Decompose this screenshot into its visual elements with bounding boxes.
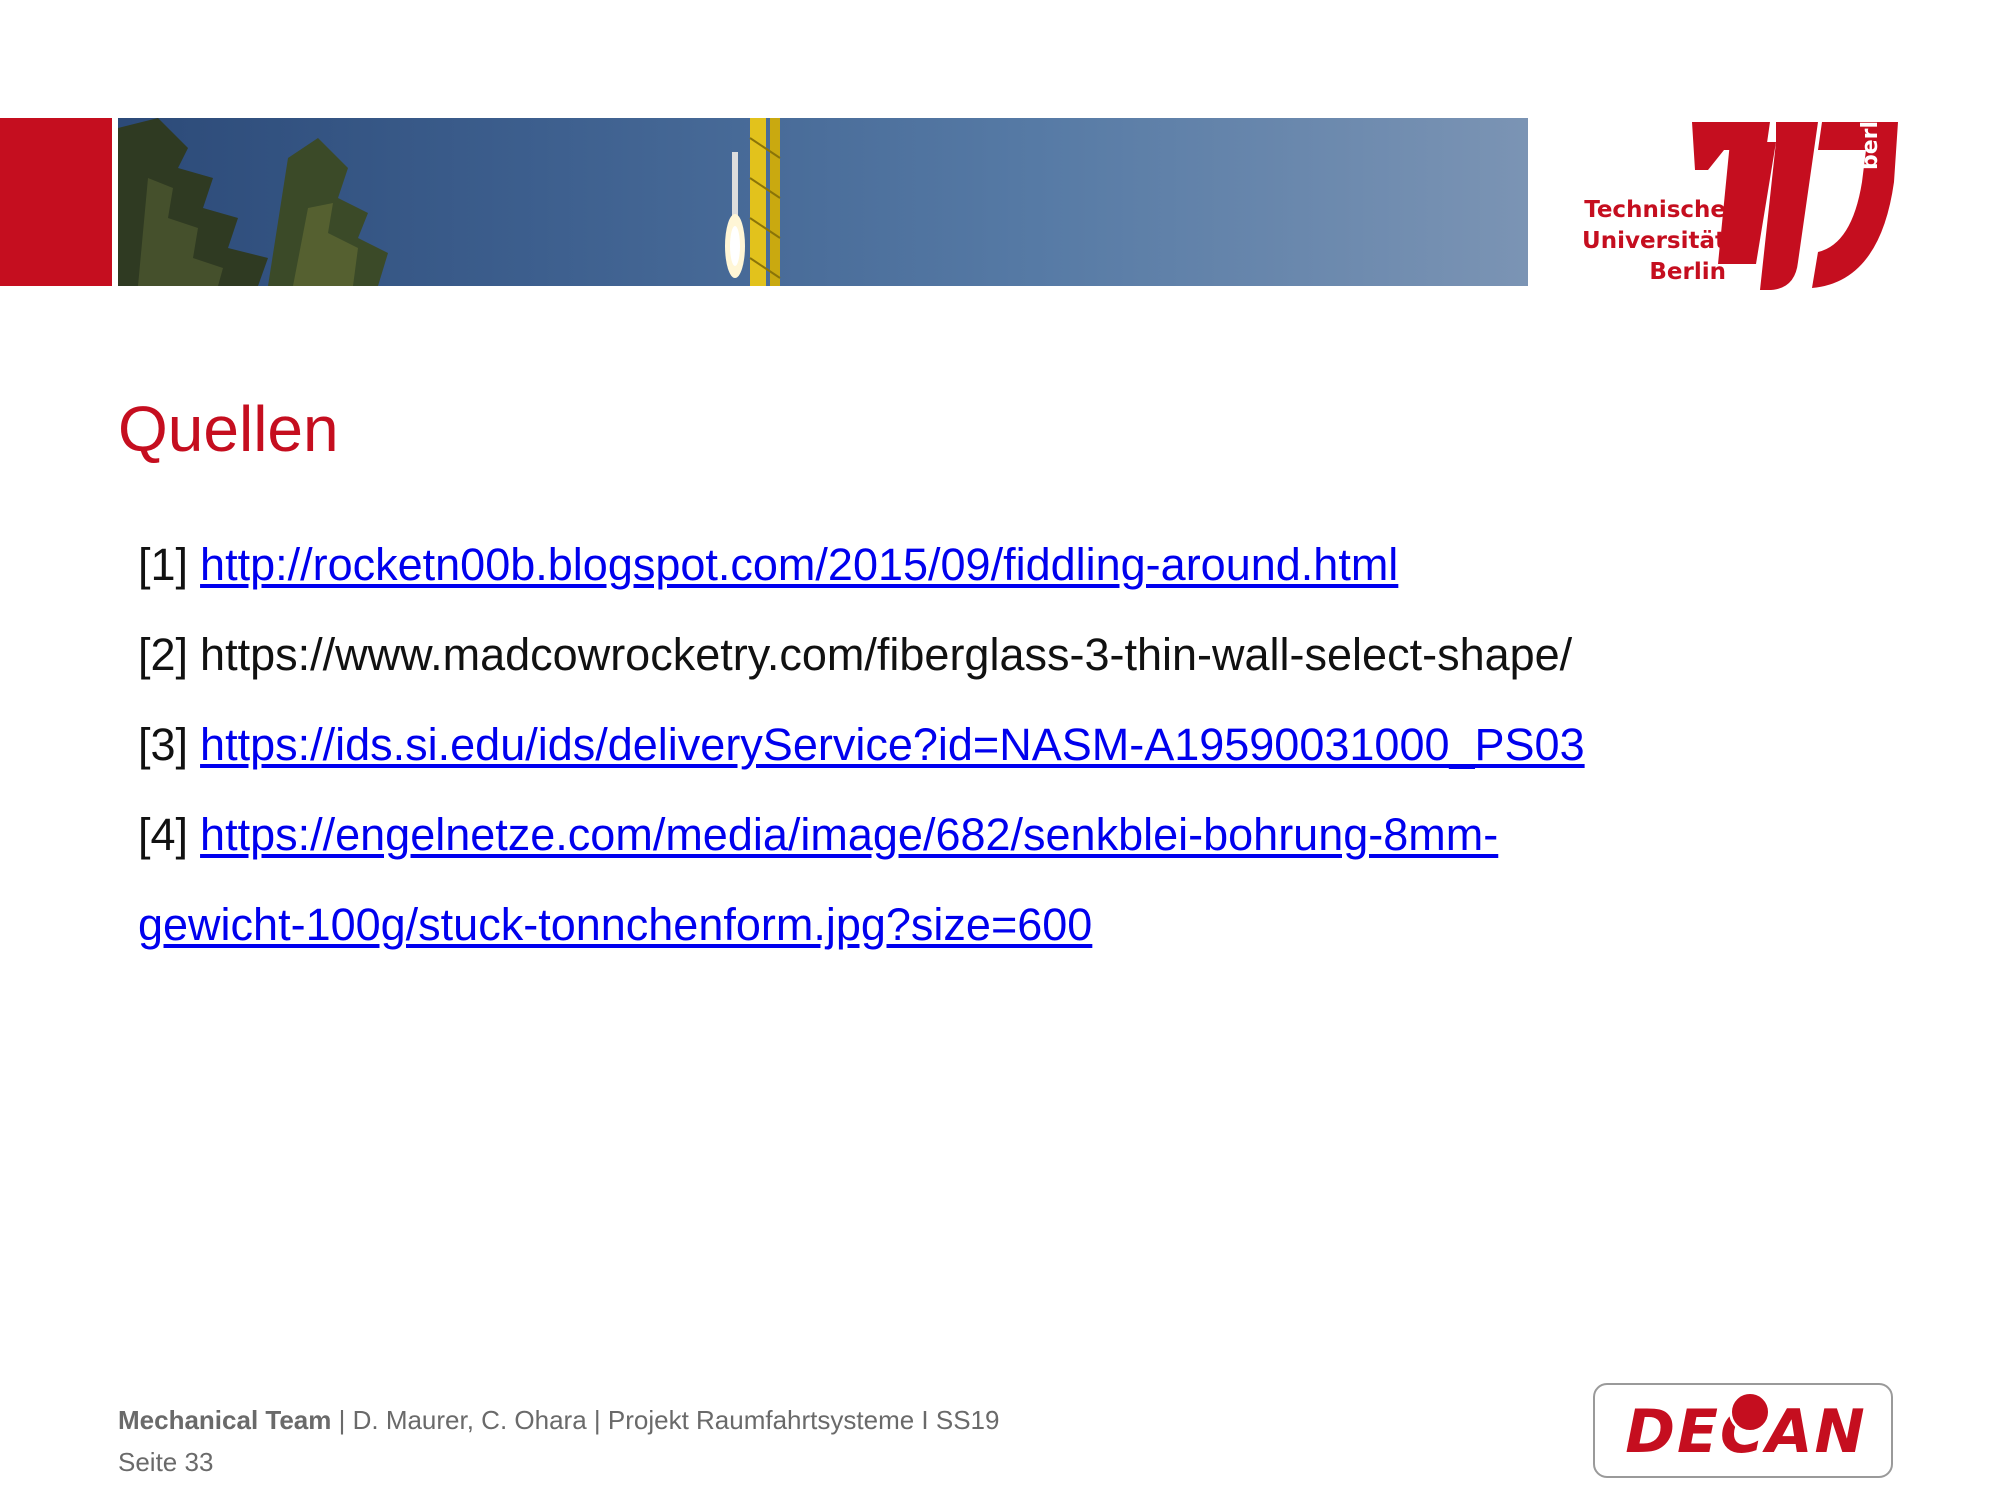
footer-credits: Mechanical Team | D. Maurer, C. Ohara | … xyxy=(118,1405,999,1436)
tu-logo-wordmark: Technische Universität Berlin xyxy=(1580,195,1726,288)
reference-item-2: [2] https://www.madcowrocketry.com/fiberg… xyxy=(138,610,1938,700)
reference-number: [4] xyxy=(138,809,189,860)
footer-details: D. Maurer, C. Ohara | Projekt Raumfahrts… xyxy=(352,1405,1000,1435)
page-number: Seite 33 xyxy=(118,1447,214,1477)
reference-text: https://www.madcowrocketry.com/fiberglas… xyxy=(200,629,1573,680)
tu-logo-line1: Technische xyxy=(1584,197,1726,223)
reference-item-1: [1] http://rocketn00b.blogspot.com/2015/0… xyxy=(138,520,1938,610)
reference-list: [1] http://rocketn00b.blogspot.com/2015/0… xyxy=(138,520,1938,970)
reference-item-4: [4] https://engelnetze.com/media/image/68… xyxy=(138,790,1938,880)
tu-logo-line3: Berlin xyxy=(1649,259,1726,285)
rocket-launch-banner xyxy=(118,118,1528,286)
reference-link-continued[interactable]: gewicht-100g/stuck-tonnchenform.jpg?size… xyxy=(138,899,1092,950)
footer-team: Mechanical Team xyxy=(118,1405,332,1435)
footer-separator: | xyxy=(331,1405,353,1435)
reference-link[interactable]: https://ids.si.edu/ids/deliveryService?i… xyxy=(200,719,1585,770)
reference-number: [1] xyxy=(138,539,189,590)
decan-logo: DECAN xyxy=(1593,1383,1893,1478)
header-red-block xyxy=(0,118,112,286)
tu-logo-line2: Universität xyxy=(1582,228,1726,254)
reference-link[interactable]: http://rocketn00b.blogspot.com/2015/09/f… xyxy=(200,539,1398,590)
slide-title: Quellen xyxy=(118,393,339,465)
tu-logo-berlin-vertical: berlin xyxy=(1858,97,1883,170)
reference-number: [3] xyxy=(138,719,189,770)
reference-number: [2] xyxy=(138,629,189,680)
reference-item-4-continued: gewicht-100g/stuck-tonnchenform.jpg?size… xyxy=(138,880,1938,970)
reference-link[interactable]: https://engelnetze.com/media/image/682/s… xyxy=(200,809,1498,860)
tu-emblem-icon xyxy=(1729,1391,1771,1433)
reference-item-3: [3] https://ids.si.edu/ids/deliveryServic… xyxy=(138,700,1938,790)
